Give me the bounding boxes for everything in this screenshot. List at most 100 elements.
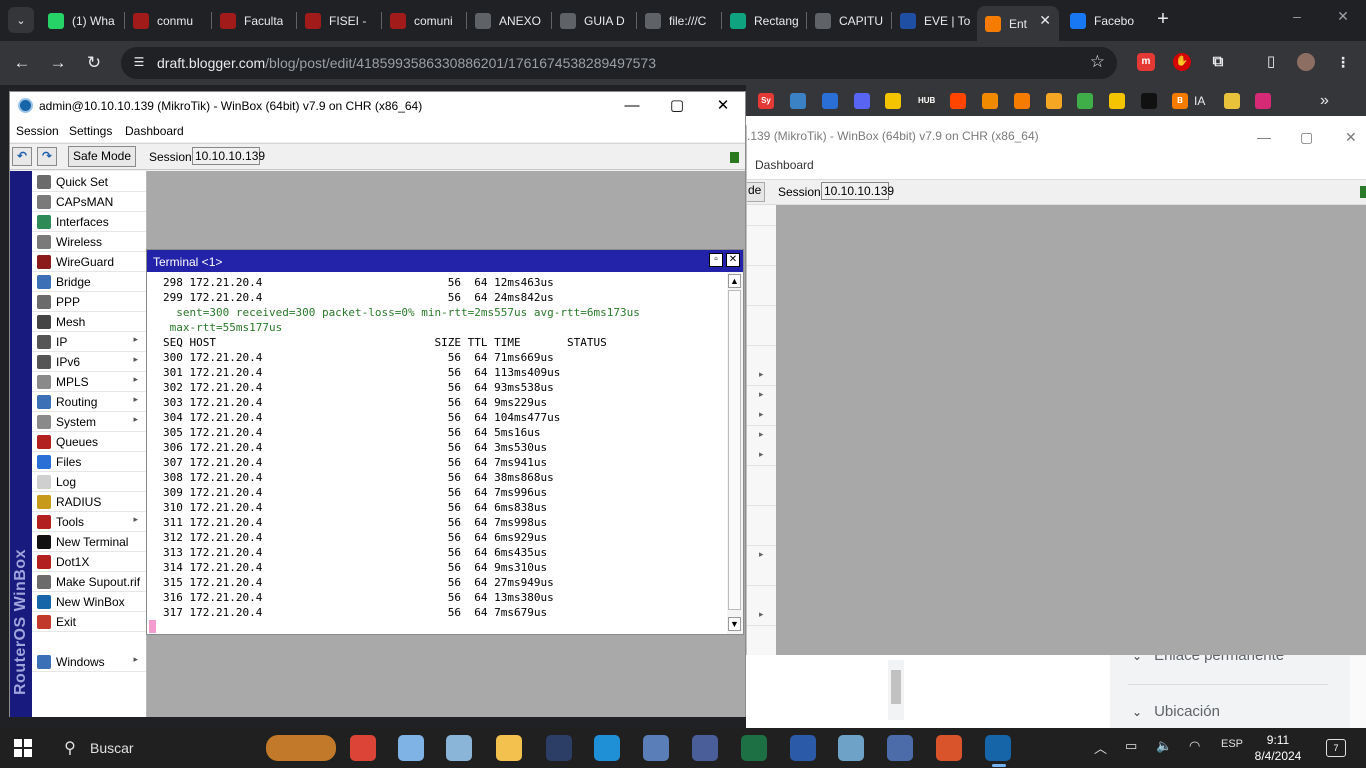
browser-tab[interactable]: GUIA D [552,6,636,35]
bookmark-item[interactable] [854,92,876,109]
winbox-back-safe-mode-button[interactable]: de [747,182,765,202]
box-icon[interactable] [594,735,620,761]
redo-icon[interactable]: ↷ [37,147,57,166]
adblock-icon[interactable]: ✋ [1173,53,1191,71]
bookmark-item[interactable] [885,92,907,109]
terminal-scrollbar[interactable]: ▲ ▼ [727,272,743,634]
browser-tab[interactable]: Facebo [1062,6,1148,35]
menu-item-interfaces[interactable]: Interfaces [32,212,146,232]
side-panel-icon[interactable]: ▯ [1262,53,1280,71]
bookmark-item[interactable] [1109,92,1131,109]
address-bar[interactable]: ☰ draft.blogger.com/blog/post/edit/41859… [121,47,1117,79]
profile-avatar[interactable] [1297,53,1315,71]
menu-item-exit[interactable]: Exit [32,612,146,632]
network-icon[interactable] [643,735,669,761]
browser-tab[interactable]: CAPITU [807,6,891,35]
word-icon[interactable] [790,735,816,761]
menu-item-routing[interactable]: Routing ▸ [32,392,146,412]
winbox-back-minimize-button[interactable]: — [1257,129,1271,145]
menu-item-log[interactable]: Log [32,472,146,492]
scroll-down-icon[interactable]: ▼ [728,617,741,631]
start-button[interactable] [14,739,32,757]
language-indicator[interactable]: ESP [1221,738,1243,750]
excel-icon[interactable] [741,735,767,761]
bookmark-item[interactable]: Sy [758,92,780,109]
browser-tab[interactable]: file:///C [637,6,721,35]
dev-icon[interactable] [546,735,572,761]
winbox-back-session-field[interactable]: 10.10.10.139 [821,182,894,200]
terminal-scroll-thumb[interactable] [728,290,741,610]
terminal-titlebar[interactable]: Terminal <1> ▫ ✕ [147,250,743,272]
menu-item-ipv6[interactable]: IPv6 ▸ [32,352,146,372]
taskbar-clock[interactable]: 9:11 8/4/2024 [1252,732,1304,764]
menu-item-ip[interactable]: IP ▸ [32,332,146,352]
forward-button[interactable]: → [46,51,70,75]
page-scrollbar[interactable] [1350,656,1366,728]
menu-item-radius[interactable]: RADIUS [32,492,146,512]
browser-tab[interactable]: Faculta [212,6,296,35]
browser-tab[interactable]: EVE | To [892,6,976,35]
menu-item-ppp[interactable]: PPP [32,292,146,312]
bookmark-item[interactable] [822,92,844,109]
menu-settings[interactable]: Settings [69,124,112,138]
session-field[interactable]: 10.10.10.139 [192,147,265,165]
browser-tab[interactable]: conmu [125,6,211,35]
location-section[interactable]: ⌄ Ubicación [1132,703,1220,720]
menu-item-mpls[interactable]: MPLS ▸ [32,372,146,392]
bookmark-item[interactable] [1046,92,1068,109]
tray-overflow-icon[interactable]: ︿ [1094,738,1107,757]
chrome-icon[interactable] [350,735,376,761]
bookmark-item[interactable] [982,92,1004,109]
menu-item-make-supout-rif[interactable]: Make Supout.rif [32,572,146,592]
browser-tab[interactable]: (1) Wha [40,6,124,35]
bookmark-item[interactable] [1224,92,1246,109]
winbox-back-close-button[interactable]: ✕ [1345,129,1357,146]
editor-scrollbar[interactable] [888,660,904,720]
taskbar-search[interactable]: ⚲ Buscar [52,732,252,764]
menu-item-wireguard[interactable]: WireGuard [32,252,146,272]
winbox-back-maximize-button[interactable]: ▢ [1300,129,1313,146]
matlab-icon[interactable] [936,735,962,761]
terminal-output[interactable]: 298 172.21.20.4 56 64 12ms463us 299 172.2… [147,272,727,634]
bookmark-item[interactable] [1014,92,1036,109]
bookmark-star-icon[interactable]: ☆ [1090,52,1105,72]
reload-button[interactable]: ↻ [82,51,106,75]
remote-icon[interactable] [887,735,913,761]
hedgehog-icon[interactable] [266,735,336,761]
browser-tab[interactable]: Rectang [722,6,806,35]
menu-item-tools[interactable]: Tools ▸ [32,512,146,532]
winbox-minimize-button[interactable]: — [620,95,644,117]
browser-menu-icon[interactable]: ⋮ [1334,53,1352,71]
wifi-icon[interactable]: ◠ [1189,738,1200,754]
editor-scroll-thumb[interactable] [891,670,901,704]
winbox-close-button[interactable]: ✕ [711,95,735,117]
winbox-back-menu-dashboard[interactable]: Dashboard [755,158,814,172]
browser-tab[interactable]: Ent ✕ [977,6,1059,41]
menu-item-quick-set[interactable]: Quick Set [32,172,146,192]
paint-icon[interactable] [398,735,424,761]
menu-item-system[interactable]: System ▸ [32,412,146,432]
bookmark-item[interactable] [1255,92,1277,109]
folder-icon[interactable] [496,735,522,761]
tab-search-button[interactable]: ⌄ [8,7,34,33]
safe-mode-button[interactable]: Safe Mode [68,146,136,167]
back-button[interactable]: ← [10,51,34,75]
bookmark-item[interactable] [1077,92,1099,109]
browser-tab[interactable]: comuni [382,6,466,35]
menu-item-dot1x[interactable]: Dot1X [32,552,146,572]
bookmark-item[interactable] [950,92,972,109]
menu-item-new-winbox[interactable]: New WinBox [32,592,146,612]
bookmark-item[interactable] [790,92,812,109]
winbox-taskbar-icon[interactable] [985,735,1011,761]
undo-icon[interactable]: ↶ [12,147,32,166]
volume-icon[interactable]: 🔈 [1156,738,1172,754]
browser-tab[interactable]: ANEXO [467,6,551,35]
menu-item-wireless[interactable]: Wireless [32,232,146,252]
bookmark-item[interactable]: HUB [918,92,940,109]
winbox-maximize-button[interactable]: ▢ [665,95,689,117]
monitor-icon[interactable] [446,735,472,761]
menu-dashboard[interactable]: Dashboard [125,124,184,138]
menu-item-mesh[interactable]: Mesh [32,312,146,332]
menu-item-queues[interactable]: Queues [32,432,146,452]
menu-item-bridge[interactable]: Bridge [32,272,146,292]
